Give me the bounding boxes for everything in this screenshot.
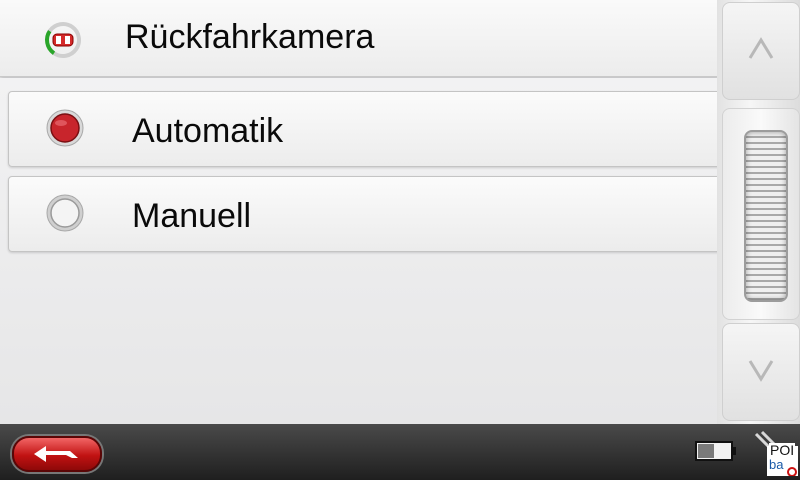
poi-label: POI (769, 442, 796, 458)
scroll-up-button[interactable] (722, 2, 800, 100)
chevron-down-icon (748, 360, 774, 382)
scroll-thumb[interactable] (744, 130, 788, 302)
option-label: Manuell (132, 197, 252, 235)
header-bar: Rückfahrkamera (0, 0, 720, 77)
page-title: Rückfahrkamera (125, 18, 375, 56)
poi-sub-label: ba (769, 457, 784, 472)
scroll-down-button[interactable] (722, 323, 800, 421)
chevron-up-icon (748, 37, 774, 59)
rear-camera-icon (45, 22, 81, 58)
bottom-bar (0, 424, 800, 480)
radio-unselected-icon (46, 194, 84, 232)
back-button[interactable] (12, 436, 102, 472)
back-arrow-icon (34, 446, 78, 462)
option-manuell[interactable]: Manuell (8, 176, 737, 252)
battery-icon (695, 441, 736, 461)
radio-selected-icon (46, 109, 84, 147)
option-automatik[interactable]: Automatik (8, 91, 737, 167)
option-label: Automatik (132, 112, 284, 150)
